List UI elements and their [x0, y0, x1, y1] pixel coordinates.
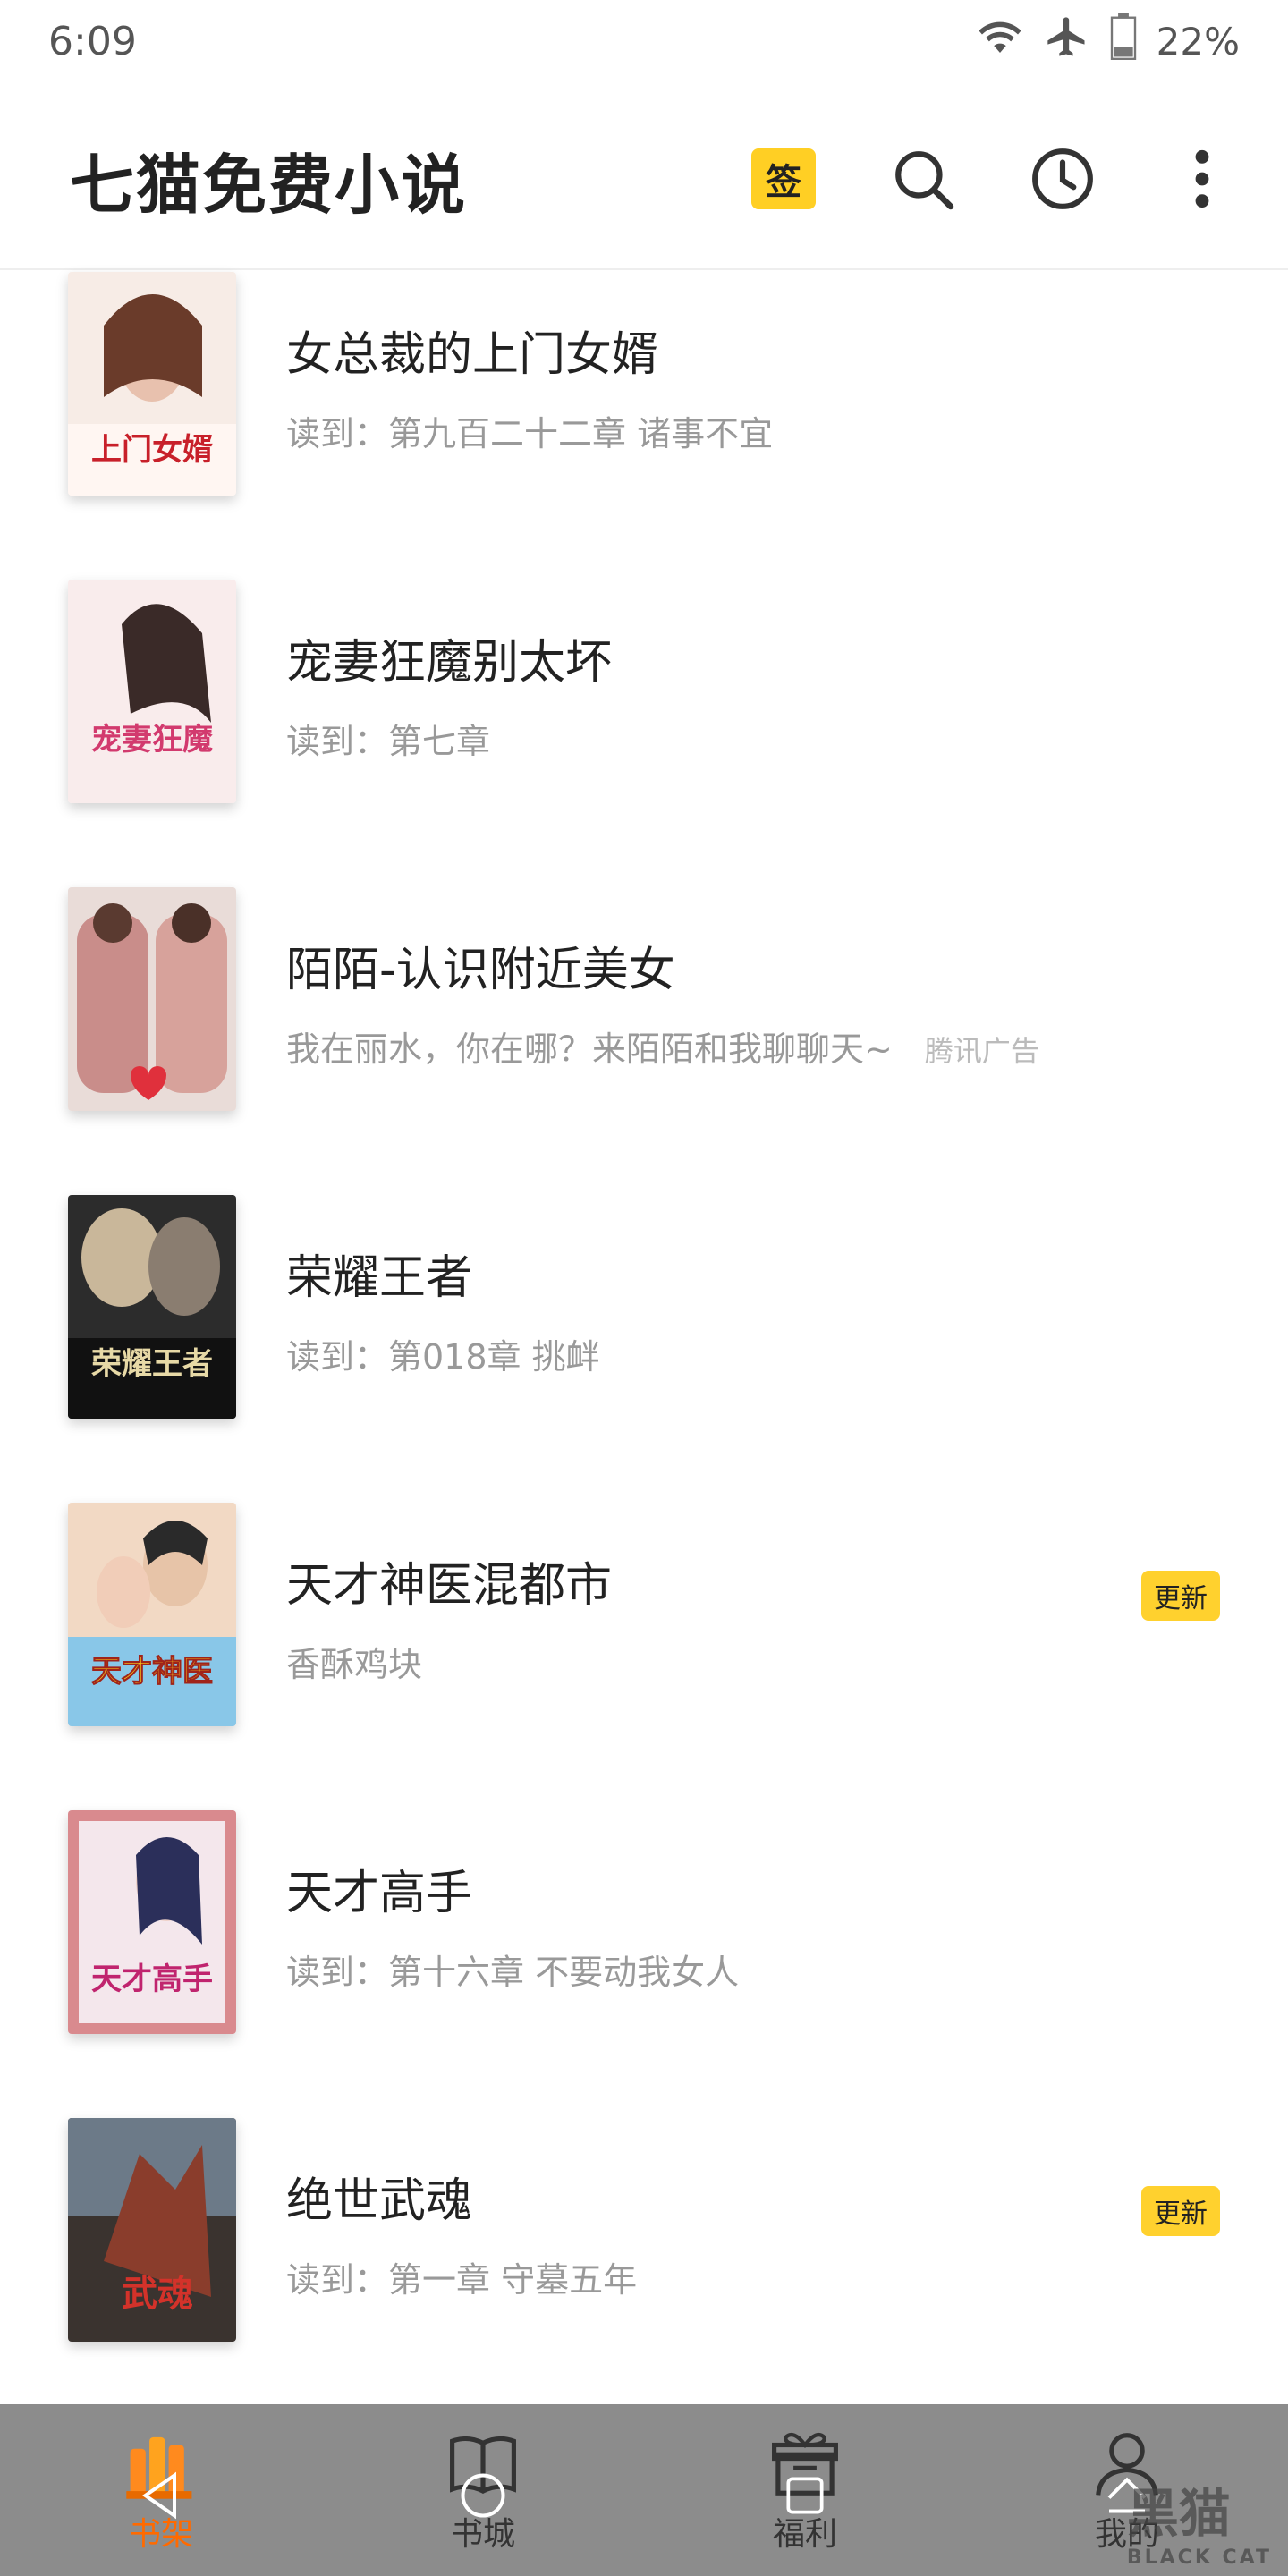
book-row[interactable]: 天才神医 天才神医混都市 香酥鸡块 更新	[0, 1503, 1288, 1810]
app-bar: 七猫免费小说 签	[0, 107, 1288, 250]
system-home-button[interactable]	[443, 2455, 523, 2536]
ad-title: 陌陌-认识附近美女	[286, 944, 675, 997]
ad-row[interactable]: 陌陌-认识附近美女 我在丽水，你在哪？来陌陌和我聊聊天~ 腾讯广告	[0, 887, 1288, 1195]
ad-description: 我在丽水，你在哪？来陌陌和我聊聊天~ 腾讯广告	[286, 1021, 1039, 1071]
book-progress-text: 香酥鸡块	[286, 1645, 423, 1684]
update-badge: 更新	[1141, 1571, 1220, 1621]
book-row[interactable]: 上门女婿 女总裁的上门女婿 读到：第九百二十二章 诸事不宜	[0, 272, 1288, 580]
square-recents-icon	[786, 2477, 824, 2514]
ad-source-label: 腾讯广告	[924, 1034, 1039, 1068]
cover-title-text: 荣耀王者	[91, 1346, 213, 1382]
wifi-icon	[976, 13, 1024, 70]
book-cover: 天才神医	[68, 1503, 236, 1726]
book-progress: 读到：第十六章 不要动我女人	[286, 1945, 739, 1994]
book-row[interactable]: 荣耀王者 荣耀王者 读到：第018章 挑衅	[0, 1195, 1288, 1503]
sign-in-icon: 签	[751, 148, 816, 209]
more-menu-button[interactable]	[1166, 143, 1238, 215]
system-back-button[interactable]	[121, 2455, 201, 2536]
airplane-icon	[1044, 13, 1090, 69]
battery-icon	[1110, 13, 1137, 69]
book-title: 女总裁的上门女婿	[286, 328, 659, 382]
clock-icon	[1032, 148, 1093, 209]
book-progress-text: 读到：第018章 挑衅	[286, 1337, 600, 1377]
book-title: 宠妻狂魔别太坏	[286, 636, 613, 690]
circle-home-icon	[461, 2473, 505, 2518]
cover-title-text: 武魂	[122, 2273, 193, 2315]
cover-title-text: 天才神医	[91, 1654, 213, 1690]
watermark-text: 黑猫	[1126, 2483, 1231, 2544]
book-title: 天才高手	[286, 1867, 473, 1920]
book-progress: 读到：第九百二十二章 诸事不宜	[286, 406, 773, 455]
more-vertical-icon	[1195, 149, 1209, 208]
book-progress-text: 读到：第九百二十二章 诸事不宜	[286, 414, 774, 453]
search-button[interactable]	[887, 143, 959, 215]
triangle-back-icon	[141, 2471, 176, 2520]
update-badge: 更新	[1141, 2186, 1220, 2236]
book-progress: 读到：第七章	[286, 714, 490, 763]
app-bar-actions: 签	[748, 143, 1238, 215]
ad-description-text: 我在丽水，你在哪？来陌陌和我聊聊天~	[286, 1030, 893, 1069]
cover-title-text: 宠妻狂魔	[91, 722, 213, 758]
ad-image	[68, 887, 236, 1111]
book-row[interactable]: 武魂 绝世武魂 读到：第一章 守墓五年 更新	[0, 2118, 1288, 2426]
header-divider	[0, 268, 1288, 270]
watermark-logo: 黑猫 BLACK CAT	[1127, 2471, 1272, 2569]
sign-in-button[interactable]: 签	[748, 143, 819, 215]
book-title: 天才神医混都市	[286, 1559, 613, 1613]
book-cover: 上门女婿	[68, 272, 236, 496]
book-title: 荣耀王者	[286, 1251, 473, 1305]
status-icons: 22%	[976, 13, 1240, 70]
bookshelf-list: 上门女婿 女总裁的上门女婿 读到：第九百二十二章 诸事不宜 宠妻狂魔 宠妻狂魔别…	[0, 272, 1288, 2426]
book-cover: 天才高手	[68, 1810, 236, 2034]
book-progress: 读到：第一章 守墓五年	[286, 2252, 637, 2301]
search-icon	[895, 151, 954, 210]
app-title: 七猫免费小说	[70, 147, 468, 223]
cover-title-text: 天才高手	[91, 1962, 213, 1997]
book-title: 绝世武魂	[286, 2174, 473, 2228]
book-progress: 香酥鸡块	[286, 1637, 422, 1686]
battery-percent: 22%	[1156, 19, 1240, 64]
book-row[interactable]: 天才高手 天才高手 读到：第十六章 不要动我女人	[0, 1810, 1288, 2118]
status-bar: 6:09 22%	[0, 0, 1288, 82]
history-button[interactable]	[1027, 143, 1098, 215]
book-progress-text: 读到：第一章 守墓五年	[286, 2260, 638, 2300]
book-row[interactable]: 宠妻狂魔 宠妻狂魔别太坏 读到：第七章	[0, 580, 1288, 887]
cover-title-text: 上门女婿	[91, 432, 213, 468]
book-progress-text: 读到：第十六章 不要动我女人	[286, 1953, 740, 1992]
system-recents-button[interactable]	[765, 2455, 845, 2536]
book-cover: 武魂	[68, 2118, 236, 2342]
book-cover: 荣耀王者	[68, 1195, 236, 1419]
book-cover: 宠妻狂魔	[68, 580, 236, 803]
book-progress: 读到：第018章 挑衅	[286, 1329, 600, 1378]
status-time: 6:09	[48, 18, 137, 64]
book-progress-text: 读到：第七章	[286, 722, 491, 761]
watermark-subtext: BLACK CAT	[1126, 2546, 1272, 2569]
